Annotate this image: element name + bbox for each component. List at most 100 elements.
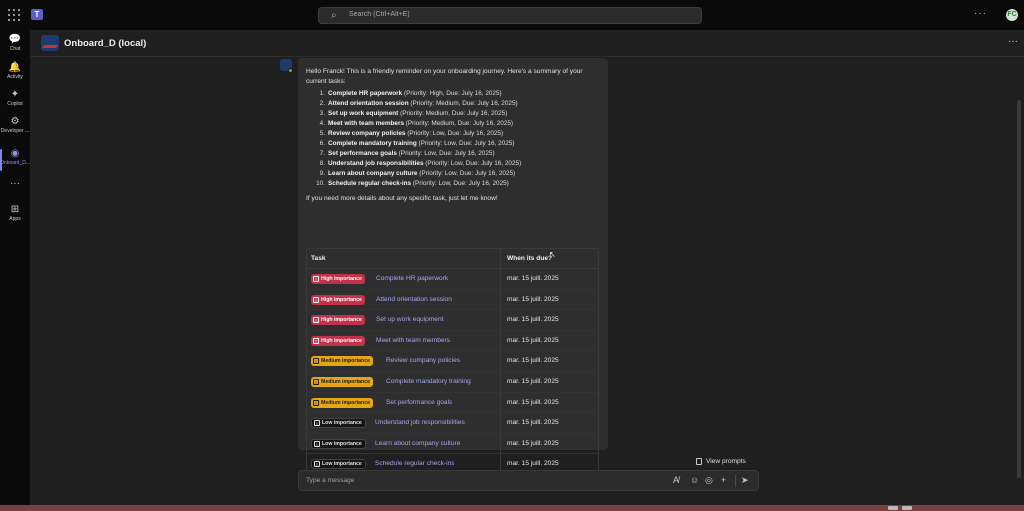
importance-icon: ≡: [313, 358, 319, 365]
task-table: Task When its due? ≡ High importance Compl…: [306, 248, 599, 474]
importance-label: High importance: [321, 296, 362, 303]
add-icon[interactable]: +: [721, 475, 726, 485]
importance-badge: ≡ Medium importance: [311, 376, 374, 387]
task-link[interactable]: Meet with team members: [376, 337, 450, 344]
mouse-cursor-icon: ↖: [549, 250, 556, 259]
chat-icon: 💬: [8, 34, 22, 45]
importance-icon: ≡: [313, 378, 319, 385]
table-row: ≡ Low importance Understand job responsibi…: [307, 413, 598, 434]
rail-item-chat[interactable]: 💬 Chat: [0, 34, 30, 53]
user-avatar[interactable]: FC: [1006, 9, 1018, 21]
developer-icon: ⚙: [10, 116, 20, 127]
due-date: mar. 15 juill. 2025: [507, 439, 559, 447]
rail-item-onboard[interactable]: ◉ Onboard_D...: [0, 148, 30, 167]
search-placeholder: Search (Ctrl+Alt+E): [349, 11, 410, 18]
task-link[interactable]: Understand job responsibilities: [375, 419, 465, 426]
importance-icon: ≡: [313, 276, 319, 282]
message-input[interactable]: Type a message: [306, 477, 354, 484]
importance-label: Low importance: [322, 420, 362, 427]
importance-badge: ≡ High importance: [311, 315, 365, 326]
message-intro: Hello Franck! This is a friendly reminde…: [306, 68, 583, 85]
rail-item-copilot[interactable]: ✦ Copilot: [0, 89, 30, 108]
view-prompts-button[interactable]: View prompts: [696, 458, 746, 465]
header-divider: [30, 56, 1024, 57]
task-link[interactable]: Complete mandatory training: [386, 378, 471, 385]
list-item: 1. Complete HR paperwork (Priority: High,…: [319, 90, 502, 97]
task-link[interactable]: Set up work equipment: [376, 316, 443, 323]
importance-label: Medium importance: [321, 358, 371, 365]
due-date: mar. 15 juill. 2025: [507, 336, 559, 344]
online-status-icon: [288, 68, 293, 73]
chat-title: Onboard_D (local): [64, 38, 147, 49]
due-date: mar. 15 juill. 2025: [507, 398, 559, 406]
teams-logo-icon: T: [31, 9, 43, 20]
emoji-icon[interactable]: ☺: [690, 475, 699, 485]
task-link[interactable]: Schedule regular check-ins: [375, 460, 455, 467]
rail-item-activity[interactable]: 🔔 Activity: [0, 62, 30, 81]
importance-badge: ≡ Medium importance: [311, 397, 374, 408]
due-date: mar. 15 juill. 2025: [507, 357, 559, 365]
format-icon[interactable]: A̸: [673, 475, 679, 485]
onboard-app-logo-icon: [41, 35, 59, 51]
search-icon: ⌕: [331, 10, 337, 21]
list-item: 6. Complete mandatory training (Priority:…: [319, 140, 515, 147]
list-item: 2. Attend orientation session (Priority: …: [319, 100, 518, 107]
importance-badge: ≡ High importance: [311, 335, 365, 346]
due-date: mar. 15 juill. 2025: [507, 295, 559, 303]
importance-badge: ≡ High importance: [311, 294, 365, 305]
importance-label: Medium importance: [321, 399, 371, 406]
settings-more-icon[interactable]: ···: [974, 8, 987, 19]
sticker-icon[interactable]: ◎: [705, 475, 713, 486]
task-link[interactable]: Attend orientation session: [376, 296, 452, 303]
importance-icon: ≡: [313, 296, 319, 303]
rail-item-apps[interactable]: ⊞ Apps: [0, 204, 30, 223]
task-link[interactable]: Review company policies: [386, 357, 460, 364]
table-row: ≡ Medium importance Set performance goals m…: [307, 393, 598, 414]
importance-icon: ≡: [313, 317, 319, 324]
column-header-due: When its due?: [507, 255, 553, 262]
prompts-icon: [696, 458, 702, 465]
due-date: mar. 15 juill. 2025: [507, 316, 559, 324]
importance-icon: ≡: [314, 461, 320, 468]
importance-icon: ≡: [313, 337, 319, 344]
os-taskbar: [0, 505, 1024, 511]
task-link[interactable]: Learn about company culture: [375, 440, 460, 447]
copilot-icon: ✦: [10, 89, 20, 100]
bot-message: Hello Franck! This is a friendly reminde…: [298, 58, 608, 474]
send-icon[interactable]: ➤: [741, 475, 749, 486]
top-bar: T ⌕ Search (Ctrl+Alt+E) ··· FC: [0, 0, 1024, 30]
chat-pane: Onboard_D (local) ··· Hello Franck! This…: [30, 30, 1024, 505]
composer-divider: [735, 475, 736, 487]
importance-icon: ≡: [314, 420, 320, 427]
rail-item-more[interactable]: ···: [0, 178, 30, 190]
importance-icon: ≡: [314, 440, 320, 447]
scrollbar[interactable]: [1017, 100, 1021, 478]
importance-label: High importance: [321, 317, 362, 324]
importance-label: High importance: [321, 337, 362, 344]
table-row: ≡ High importance Complete HR paperwork mar…: [307, 269, 598, 290]
rail-item-developer[interactable]: ⚙ Developer ...: [0, 116, 30, 135]
message-outro: If you need more details about any speci…: [306, 195, 498, 202]
list-item: 4. Meet with team members (Priority: Medi…: [319, 120, 514, 127]
message-composer[interactable]: Type a message A̸ ☺ ◎ + ➤: [298, 470, 759, 491]
column-header-task: Task: [311, 255, 326, 262]
importance-badge: ≡ High importance: [311, 274, 365, 284]
task-list: 1. Complete HR paperwork (Priority: High,…: [306, 89, 600, 189]
taskbar-app-icon[interactable]: [888, 506, 898, 510]
importance-label: Low importance: [322, 440, 362, 447]
app-launcher-icon[interactable]: [8, 9, 20, 21]
more-apps-icon: ···: [10, 178, 20, 189]
task-link[interactable]: Set performance goals: [386, 399, 452, 406]
app-rail: 💬 Chat 🔔 Activity ✦ Copilot ⚙ Developer …: [0, 30, 30, 505]
more-options-icon[interactable]: ···: [1008, 36, 1018, 47]
list-item: 10. Schedule regular check-ins (Priority:…: [316, 180, 509, 187]
search-input[interactable]: ⌕ Search (Ctrl+Alt+E): [318, 7, 702, 24]
taskbar-app-icon[interactable]: [902, 506, 912, 510]
table-row: ≡ High importance Attend orientation sessi…: [307, 290, 598, 311]
apps-icon: ⊞: [10, 204, 20, 215]
importance-badge: ≡ Low importance: [311, 459, 366, 470]
importance-label: Medium importance: [321, 378, 371, 385]
bell-icon: 🔔: [8, 62, 22, 73]
importance-icon: ≡: [313, 399, 319, 406]
task-link[interactable]: Complete HR paperwork: [376, 275, 448, 282]
